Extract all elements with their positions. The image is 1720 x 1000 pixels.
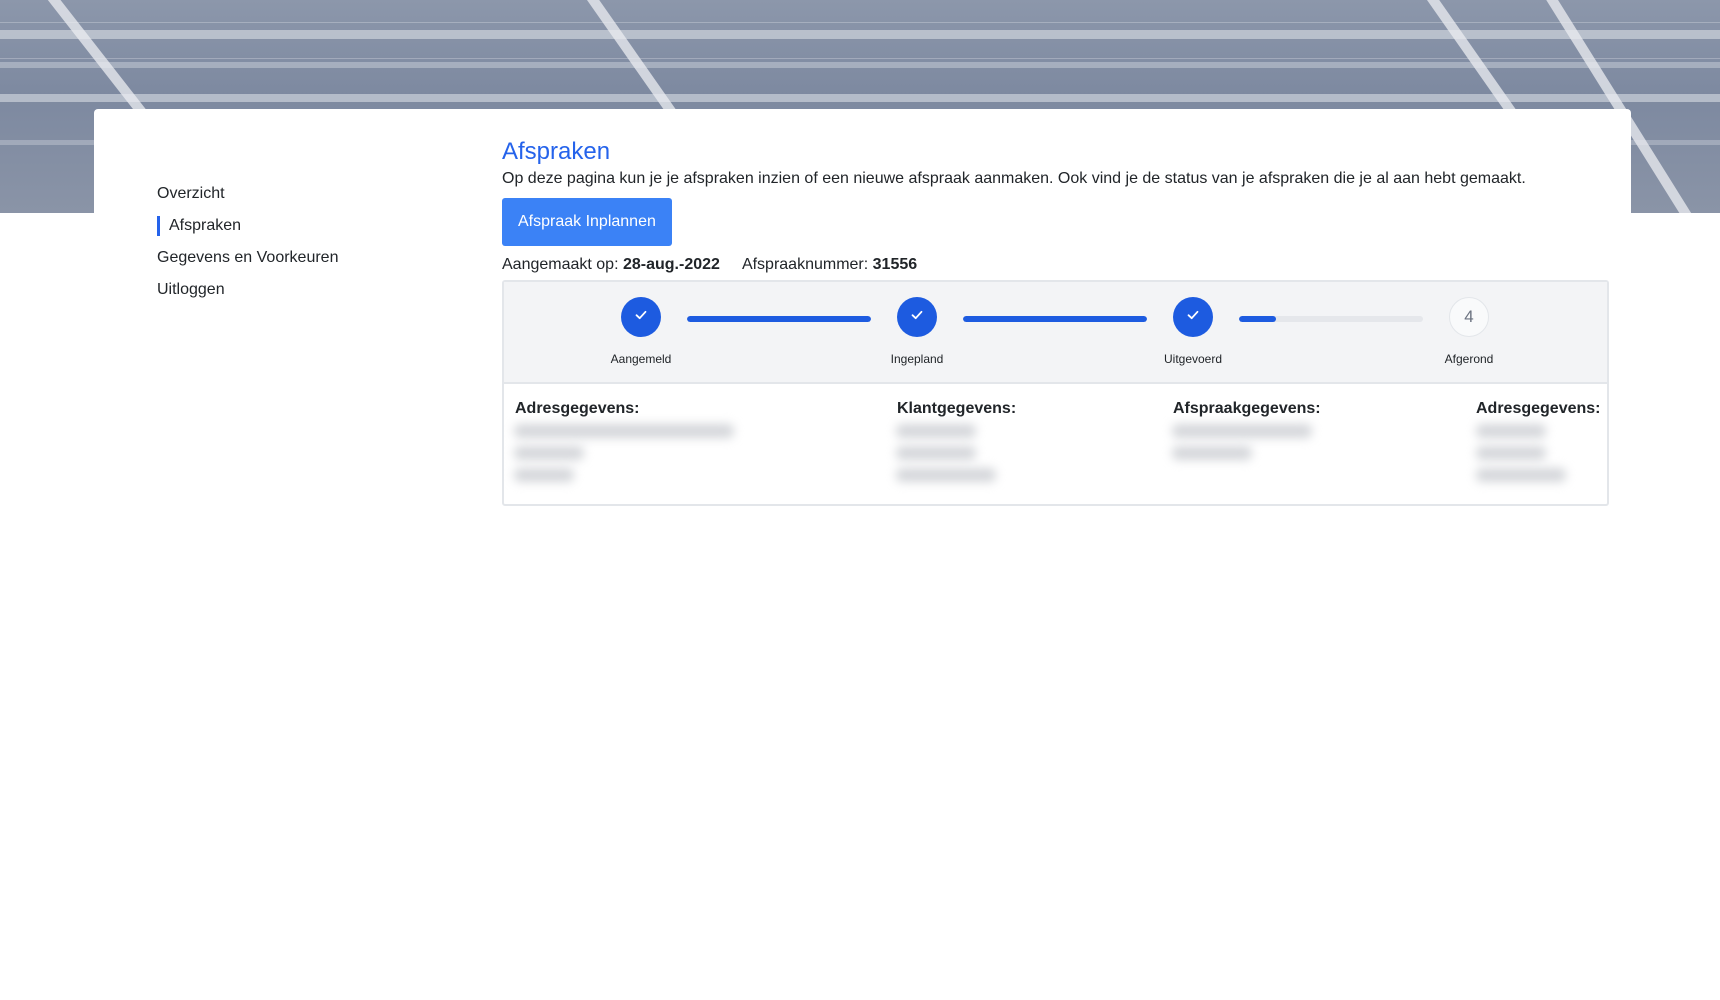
step-afgerond-label: Afgerond: [1444, 352, 1494, 366]
step-uitgevoerd-label: Uitgevoerd: [1163, 352, 1223, 366]
address-details-heading-2: Adresgegevens:: [1476, 400, 1601, 417]
progress-bar-2: [963, 316, 1147, 322]
step-ingepland-circle: [897, 297, 937, 337]
created-label: Aangemaakt op:: [502, 256, 619, 273]
appointment-number-value: 31556: [872, 256, 918, 273]
redacted-text: [896, 446, 976, 460]
redacted-text: [1172, 424, 1312, 438]
progress-bar-1: [687, 316, 871, 322]
redacted-text: [896, 424, 976, 438]
progress-fill-2: [963, 316, 1147, 322]
appointment-details: Adresgegevens: Klantgegevens: Afspraakge…: [504, 384, 1607, 504]
progress-fill-1: [687, 316, 871, 322]
redacted-text: [1476, 446, 1546, 460]
check-icon: [1186, 308, 1200, 327]
content-card: Overzicht Afspraken Gegevens en Voorkeur…: [94, 109, 1631, 1000]
step-aangemeld-label: Aangemeld: [610, 352, 672, 366]
sidebar-item-overzicht[interactable]: Overzicht: [157, 184, 457, 204]
redacted-text: [1476, 424, 1546, 438]
check-icon: [910, 308, 924, 327]
redacted-text: [514, 424, 734, 438]
redacted-text: [514, 468, 574, 482]
redacted-text: [1476, 468, 1566, 482]
appointment-number-label: Afspraaknummer:: [741, 256, 869, 273]
redacted-text: [1172, 446, 1252, 460]
step-aangemeld-circle: [621, 297, 661, 337]
main-content: Afspraken Op deze pagina kun je je afspr…: [502, 137, 1612, 506]
step-uitgevoerd-circle: [1173, 297, 1213, 337]
appointment-details-heading: Afspraakgegevens:: [1173, 400, 1321, 417]
sidebar-item-afspraken[interactable]: Afspraken: [157, 216, 457, 236]
step-ingepland-label: Ingepland: [890, 352, 944, 366]
progress-fill-3: [1239, 316, 1276, 322]
page-description: Op deze pagina kun je je afspraken inzie…: [502, 170, 1526, 187]
sidebar-nav: Overzicht Afspraken Gegevens en Voorkeur…: [157, 184, 457, 312]
step-afgerond-circle: 4: [1449, 297, 1489, 337]
status-stepper: Aangemeld Ingepland Uitgevoerd 4 Afgeron…: [504, 282, 1607, 384]
address-details-heading: Adresgegevens:: [515, 400, 640, 417]
check-icon: [634, 308, 648, 327]
sidebar-item-gegevens-en-voorkeuren[interactable]: Gegevens en Voorkeuren: [157, 248, 457, 268]
created-value: 28-aug.-2022: [622, 256, 720, 273]
progress-bar-3: [1239, 316, 1423, 322]
appointment-card[interactable]: Aangemeld Ingepland Uitgevoerd 4 Afgeron…: [502, 280, 1609, 506]
appointment-meta: Aangemaakt op: 28-aug.-2022 Afspraaknumm…: [502, 254, 1612, 276]
customer-details-heading: Klantgegevens:: [897, 400, 1017, 417]
sidebar-item-uitloggen[interactable]: Uitloggen: [157, 280, 457, 300]
redacted-text: [896, 468, 996, 482]
page-title: Afspraken: [502, 138, 611, 165]
redacted-text: [514, 446, 584, 460]
schedule-appointment-button[interactable]: Afspraak Inplannen: [502, 198, 672, 246]
